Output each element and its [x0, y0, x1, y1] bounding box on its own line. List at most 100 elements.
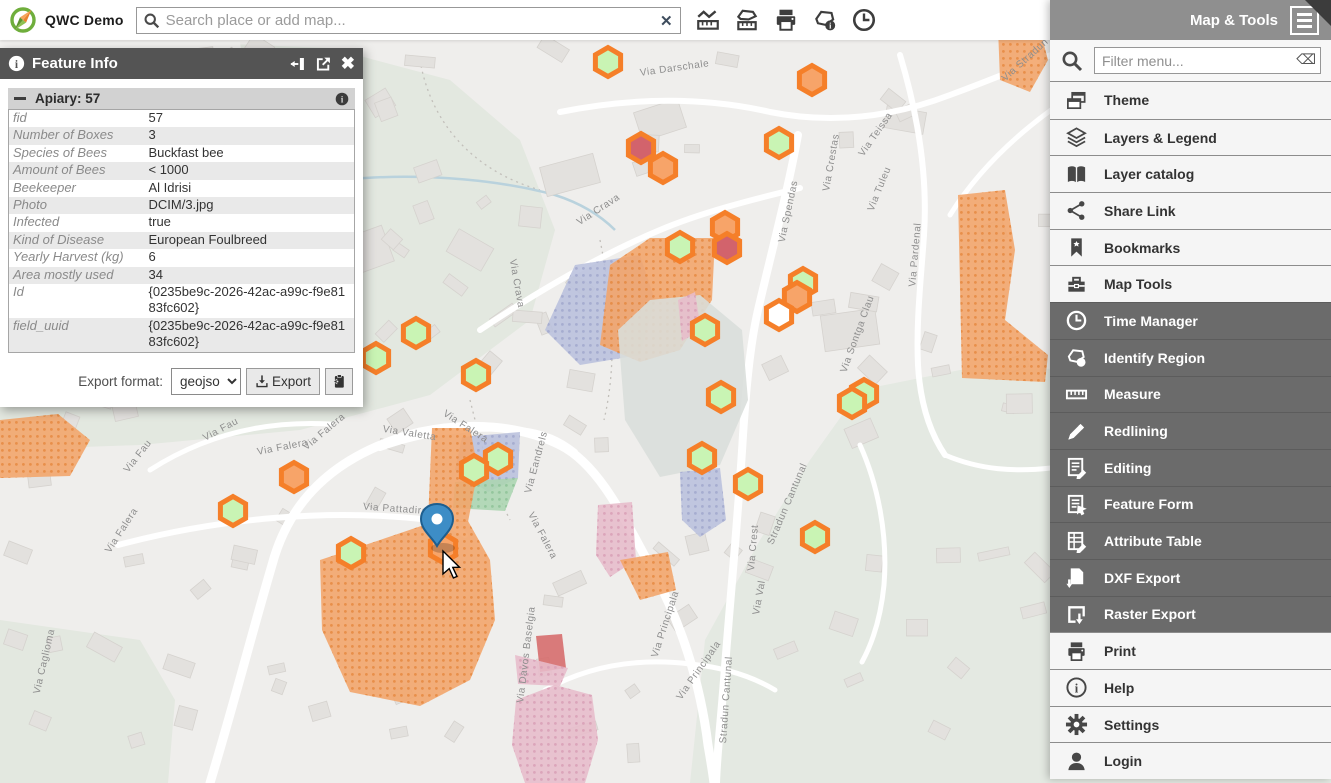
sidebar-title: Map & Tools	[1190, 12, 1278, 29]
attribute-value: < 1000	[145, 162, 355, 179]
collapse-icon[interactable]	[14, 97, 26, 100]
apiary-marker-green[interactable]	[839, 389, 864, 418]
sidebar-item-label: Time Manager	[1104, 313, 1198, 329]
attribute-value: true	[145, 214, 355, 231]
apiary-marker-red[interactable]	[628, 134, 653, 163]
apiary-marker-white[interactable]	[766, 301, 791, 330]
apiary-marker-green[interactable]	[220, 497, 245, 526]
export-format-select[interactable]: geojson	[171, 368, 241, 395]
theme-icon	[1063, 89, 1089, 112]
toolbox-icon	[1063, 273, 1089, 296]
search-box[interactable]: ✕	[136, 7, 681, 34]
dock-icon[interactable]	[289, 56, 306, 72]
sidebar-item-label: Layer catalog	[1104, 166, 1194, 182]
apiary-marker-green[interactable]	[692, 316, 717, 345]
sidebar-item-time-manager[interactable]: Time Manager	[1050, 302, 1331, 339]
print-button[interactable]	[773, 7, 799, 33]
close-icon[interactable]: ✖	[341, 55, 355, 72]
attribute-row: Infectedtrue	[9, 214, 355, 231]
attribute-value: 6	[145, 249, 355, 266]
sidebar-item-identify-region[interactable]: iIdentify Region	[1050, 339, 1331, 376]
sidebar-item-theme[interactable]: Theme	[1050, 82, 1331, 119]
attribute-row: Amount of Bees< 1000	[9, 162, 355, 179]
apiary-marker-green[interactable]	[708, 383, 733, 412]
attribute-value: Buckfast bee	[145, 145, 355, 162]
sidebar-item-feature-form[interactable]: Feature Form	[1050, 486, 1331, 523]
time-icon	[1063, 309, 1089, 332]
sidebar-item-help[interactable]: i Help	[1050, 669, 1331, 706]
sidebar-item-measure[interactable]: Measure	[1050, 376, 1331, 413]
featureform-icon	[1063, 493, 1089, 516]
sidebar-item-map-tools[interactable]: Map Tools	[1050, 265, 1331, 302]
apiary-marker-red[interactable]	[714, 234, 739, 263]
apiary-marker-green[interactable]	[463, 361, 488, 390]
sidebar-item-settings[interactable]: Settings	[1050, 706, 1331, 743]
sidebar-item-label: Help	[1104, 680, 1134, 696]
sidebar-item-layer-catalog[interactable]: Layer catalog	[1050, 155, 1331, 192]
attribute-name: Species of Bees	[9, 145, 145, 162]
apiary-marker-green[interactable]	[338, 539, 363, 568]
print-icon	[1063, 640, 1089, 663]
app-title: QWC Demo	[45, 12, 124, 28]
sidebar-item-label: Redlining	[1104, 423, 1168, 439]
apiary-marker-green[interactable]	[485, 445, 510, 474]
attribute-name: Kind of Disease	[9, 232, 145, 249]
filter-search-icon	[1060, 49, 1084, 73]
sidebar-item-login[interactable]: Login	[1050, 742, 1331, 779]
identify-region-button[interactable]: i	[812, 7, 838, 33]
sidebar: Map & Tools ⌫ ThemeLayers & Legend Layer …	[1050, 0, 1331, 779]
svg-text:DXF: DXF	[1071, 575, 1083, 581]
clipboard-icon	[332, 374, 346, 389]
feature-header-row[interactable]: Apiary: 57 i	[8, 88, 355, 109]
apiary-marker-green[interactable]	[403, 319, 428, 348]
filter-clear-icon[interactable]: ⌫	[1296, 51, 1316, 68]
sidebar-item-editing[interactable]: Editing	[1050, 449, 1331, 486]
sidebar-item-attribute-table[interactable]: Attribute Table	[1050, 522, 1331, 559]
sidebar-item-dxf-export[interactable]: DXFDXF Export	[1050, 559, 1331, 596]
gear-icon	[1063, 713, 1089, 736]
apiary-marker-green[interactable]	[766, 129, 791, 158]
measure-profile-button[interactable]	[695, 7, 721, 33]
attribute-name: fid	[9, 110, 145, 128]
attribute-row: Id{0235be9c-2026-42ac-a99c-f9e8183fc602}	[9, 284, 355, 318]
apiary-marker-green[interactable]	[689, 444, 714, 473]
sidebar-item-bookmarks[interactable]: Bookmarks	[1050, 229, 1331, 266]
apiary-marker-green[interactable]	[735, 470, 760, 499]
sidebar-item-label: Feature Form	[1104, 496, 1193, 512]
sidebar-item-redlining[interactable]: Redlining	[1050, 412, 1331, 449]
detach-window-icon[interactable]	[315, 56, 332, 72]
sidebar-item-label: Measure	[1104, 386, 1161, 402]
sidebar-item-share-link[interactable]: Share Link	[1050, 192, 1331, 229]
panel-title: Feature Info	[32, 55, 280, 72]
search-clear-icon[interactable]: ✕	[660, 12, 673, 30]
attribute-table: fid57Number of Boxes3Species of BeesBuck…	[8, 109, 355, 353]
apiary-marker-green[interactable]	[667, 233, 692, 262]
filter-menu-input[interactable]	[1094, 47, 1321, 74]
sidebar-item-raster-export[interactable]: Raster Export	[1050, 596, 1331, 633]
attribute-name: Area mostly used	[9, 267, 145, 284]
attribute-name: Photo	[9, 197, 145, 214]
apiary-marker-green[interactable]	[363, 344, 388, 373]
attribute-name: field_uuid	[9, 318, 145, 352]
apiary-marker-green[interactable]	[595, 48, 620, 77]
apiary-marker-orange[interactable]	[650, 154, 675, 183]
download-icon	[255, 374, 269, 388]
copy-to-clipboard-button[interactable]	[325, 368, 353, 395]
apiary-marker-green[interactable]	[461, 456, 486, 485]
search-input[interactable]	[166, 12, 654, 29]
sidebar-item-label: Share Link	[1104, 203, 1176, 219]
apiary-marker-green[interactable]	[802, 523, 827, 552]
measure-area-button[interactable]	[734, 7, 760, 33]
sidebar-item-label: Settings	[1104, 717, 1159, 733]
attribute-row: Number of Boxes3	[9, 127, 355, 144]
app-logo: QWC Demo	[0, 5, 136, 35]
apiary-marker-orange[interactable]	[281, 463, 306, 492]
apiary-marker-orange[interactable]	[799, 66, 824, 95]
feature-info-icon[interactable]: i	[335, 92, 349, 106]
sidebar-item-layers-legend[interactable]: Layers & Legend	[1050, 119, 1331, 156]
sidebar-item-print[interactable]: Print	[1050, 632, 1331, 669]
export-button[interactable]: Export	[246, 368, 320, 395]
time-manager-button[interactable]	[851, 7, 877, 33]
qwc-logo-icon	[8, 5, 38, 35]
svg-text:i: i	[1074, 682, 1078, 696]
